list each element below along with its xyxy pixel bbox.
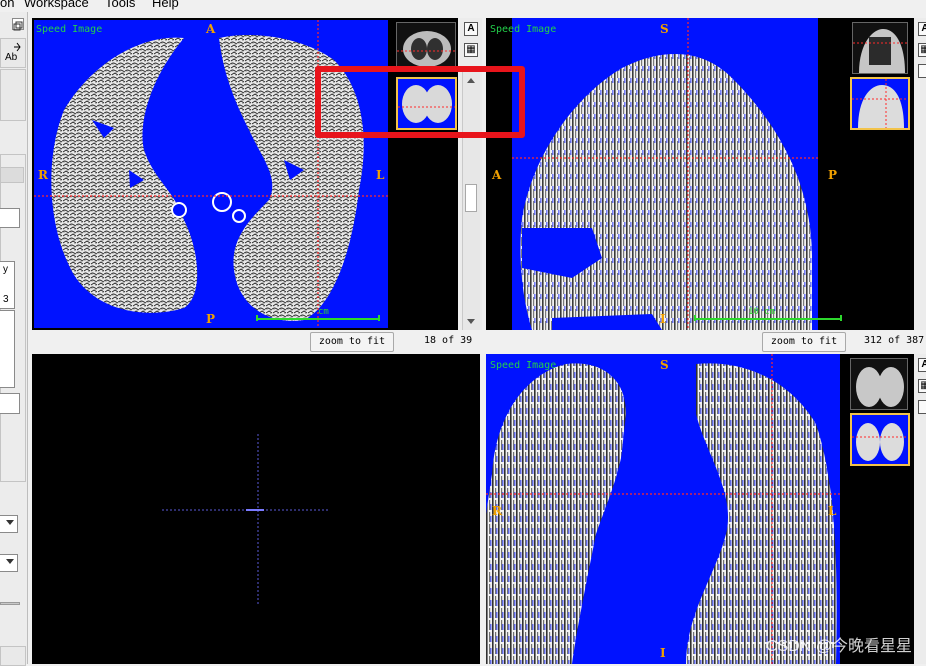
- sagittal-orient-left: A: [492, 168, 502, 182]
- value-list[interactable]: y 3: [0, 261, 15, 309]
- menu-item-tools[interactable]: Tools: [105, 0, 135, 11]
- coronal-image-title: Speed Image: [490, 360, 557, 371]
- coronal-view[interactable]: Speed Image S I R L: [486, 354, 914, 664]
- annotation-tool-icon[interactable]: Ab: [0, 38, 26, 68]
- coronal-orient-right: L: [828, 504, 837, 518]
- slider-track[interactable]: [0, 602, 20, 605]
- camera-icon[interactable]: [918, 64, 926, 78]
- coronal-tool-strip: A ▦: [914, 354, 926, 664]
- value-list-item-1: y: [3, 264, 8, 275]
- value-list-body[interactable]: [0, 310, 15, 388]
- sagittal-slice-counter: 312 of 387: [864, 335, 925, 346]
- dropdown-2[interactable]: [0, 554, 18, 572]
- sagittal-orient-top: S: [660, 22, 669, 36]
- dropdown-1[interactable]: [0, 515, 18, 533]
- settings-header: [0, 167, 24, 183]
- axial-orient-top: A: [206, 22, 216, 36]
- axial-zoom-to-fit-button[interactable]: zoom to fit: [310, 332, 394, 352]
- sagittal-tool-strip: A ▦: [914, 18, 926, 330]
- sagittal-thumbnail-1[interactable]: [852, 22, 908, 74]
- axial-image-title: Speed Image: [36, 24, 103, 35]
- axial-thumbnail-1[interactable]: [396, 22, 456, 72]
- coronal-image[interactable]: [486, 354, 840, 664]
- sagittal-lung-scan: [512, 18, 818, 330]
- axial-tool-strip: A ▦: [460, 18, 482, 330]
- menu-item-workspace[interactable]: Workspace: [24, 0, 89, 11]
- highlight-annotation-box: [315, 66, 525, 138]
- value-field-1[interactable]: [0, 208, 20, 228]
- axial-slice-counter: 18 of 39: [424, 335, 473, 346]
- sagittal-zoom-to-fit-button[interactable]: zoom to fit: [762, 332, 846, 352]
- coronal-orient-left: R: [492, 504, 502, 518]
- axial-layout-grid-icon[interactable]: ▦: [464, 43, 478, 57]
- sagittal-orient-bottom: I: [660, 312, 666, 326]
- sagittal-status-row: zoom to fit 312 of 387: [486, 330, 926, 352]
- tool-group-frame: [0, 69, 26, 121]
- sagittal-view[interactable]: Speed Image S I A P 10 cm: [486, 18, 914, 330]
- menu-item-application[interactable]: on: [0, 0, 14, 11]
- sagittal-image[interactable]: [512, 18, 818, 330]
- axial-scale-bar: [256, 315, 380, 321]
- bottom-frame: [0, 646, 26, 666]
- value-field-2[interactable]: [0, 393, 20, 414]
- axial-scale-label: cm: [318, 307, 329, 317]
- tool-panel: Ab y 3: [0, 12, 28, 666]
- value-list-item-2: 3: [3, 294, 9, 305]
- axial-status-row: zoom to fit 18 of 39: [32, 330, 482, 352]
- sagittal-image-title: Speed Image: [490, 24, 557, 35]
- axial-orient-bottom: P: [206, 312, 216, 326]
- scroll-down-icon[interactable]: [467, 319, 475, 324]
- chevron-down-icon: [6, 520, 14, 525]
- sagittal-thumbnail-2[interactable]: [850, 77, 910, 130]
- coronal-orient-top: S: [660, 358, 669, 372]
- chevron-down-icon: [6, 559, 14, 564]
- 3d-crosshair: [162, 434, 328, 606]
- axial-orient-left: R: [38, 168, 48, 182]
- 3d-view[interactable]: [32, 354, 480, 664]
- sagittal-scale-bar: [694, 315, 842, 321]
- axial-orient-right: L: [376, 168, 385, 182]
- camera-icon[interactable]: [918, 400, 926, 414]
- coronal-annotation-button[interactable]: A: [918, 358, 926, 372]
- menu-item-help[interactable]: Help: [152, 0, 179, 11]
- axial-view[interactable]: Speed Image A P R L cm: [32, 18, 458, 330]
- axial-annotation-button[interactable]: A: [464, 22, 478, 36]
- sagittal-scale-label: 10 cm: [748, 307, 776, 317]
- menubar: on Workspace Tools Help: [0, 0, 926, 12]
- coronal-lung-scan: [486, 354, 840, 664]
- coronal-orient-bottom: I: [660, 646, 666, 660]
- restore-window-icon[interactable]: [12, 18, 24, 31]
- coronal-thumbnail-1[interactable]: [850, 358, 908, 410]
- sagittal-layout-grid-icon[interactable]: ▦: [918, 43, 926, 57]
- annotation-tool-label: Ab: [5, 52, 18, 63]
- watermark: CSDN @今晚看星星: [765, 638, 912, 655]
- coronal-thumbnail-2[interactable]: [850, 413, 910, 466]
- axial-scroll-thumb[interactable]: [465, 184, 477, 212]
- sagittal-orient-right: P: [828, 168, 838, 182]
- coronal-layout-grid-icon[interactable]: ▦: [918, 379, 926, 393]
- sagittal-annotation-button[interactable]: A: [918, 22, 926, 36]
